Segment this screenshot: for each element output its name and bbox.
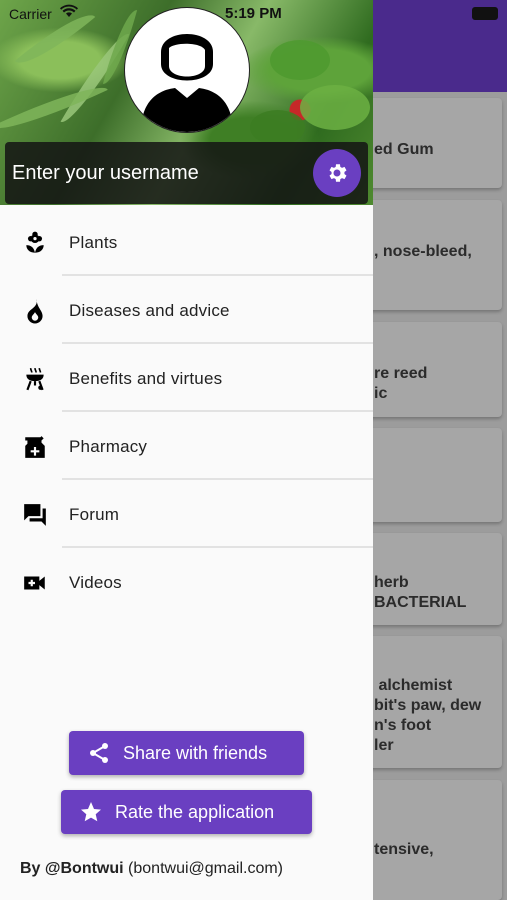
menu-item-label: Diseases and advice [69,301,230,320]
footer-credit: By @Bontwui (bontwui@gmail.com) [20,860,283,878]
rate-button[interactable]: Rate the application [61,790,312,834]
menu-item-label: Pharmacy [69,437,148,456]
menu-item-pharmacy[interactable]: Pharmacy [0,412,373,480]
settings-button[interactable] [313,149,361,197]
footer-author: By @Bontwui [20,860,124,877]
menu-item-label: Forum [69,505,120,524]
pharmacy-icon [25,436,45,458]
carrier-label: Carrier [9,6,52,22]
list-item-text: herb BACTERIAL [374,574,467,611]
menu-item-label: Videos [69,573,122,592]
star-icon [81,802,101,822]
list-item-text: tensive, [374,841,434,858]
fire-icon [27,299,43,324]
username-input[interactable]: Enter your username [12,162,199,185]
menu-item-diseases[interactable]: Diseases and advice [0,276,373,344]
menu-item-benefits[interactable]: Benefits and virtues [0,344,373,412]
navigation-drawer: Enter your username Plants Diseases and … [0,0,373,900]
menu-item-label: Plants [69,233,118,252]
menu-item-videos[interactable]: Videos [0,548,373,616]
forum-icon [24,504,46,526]
list-item-text: ed Gum [374,141,434,158]
username-bar: Enter your username [5,142,368,204]
menu-item-plants[interactable]: Plants [0,208,373,276]
gear-icon [329,164,347,182]
list-item-text: alchemist bit's paw, dew n's foot ler [374,677,482,754]
share-button[interactable]: Share with friends [69,731,304,775]
share-icon [90,743,108,763]
list-item-text: , nose-bleed, [374,243,472,260]
footer-email: (bontwui@gmail.com) [128,860,283,877]
grill-icon [26,368,44,391]
menu-item-forum[interactable]: Forum [0,480,373,548]
status-bar: Carrier 5:19 PM [0,0,507,26]
rate-button-label: Rate the application [115,802,275,822]
wifi-icon [60,4,78,17]
person-icon [141,34,233,132]
flower-icon [26,231,44,253]
video-call-icon [24,576,45,590]
menu-item-label: Benefits and virtues [69,369,223,388]
clock: 5:19 PM [225,5,282,22]
share-button-label: Share with friends [123,743,268,763]
list-item-text: re reed ic [374,365,428,402]
